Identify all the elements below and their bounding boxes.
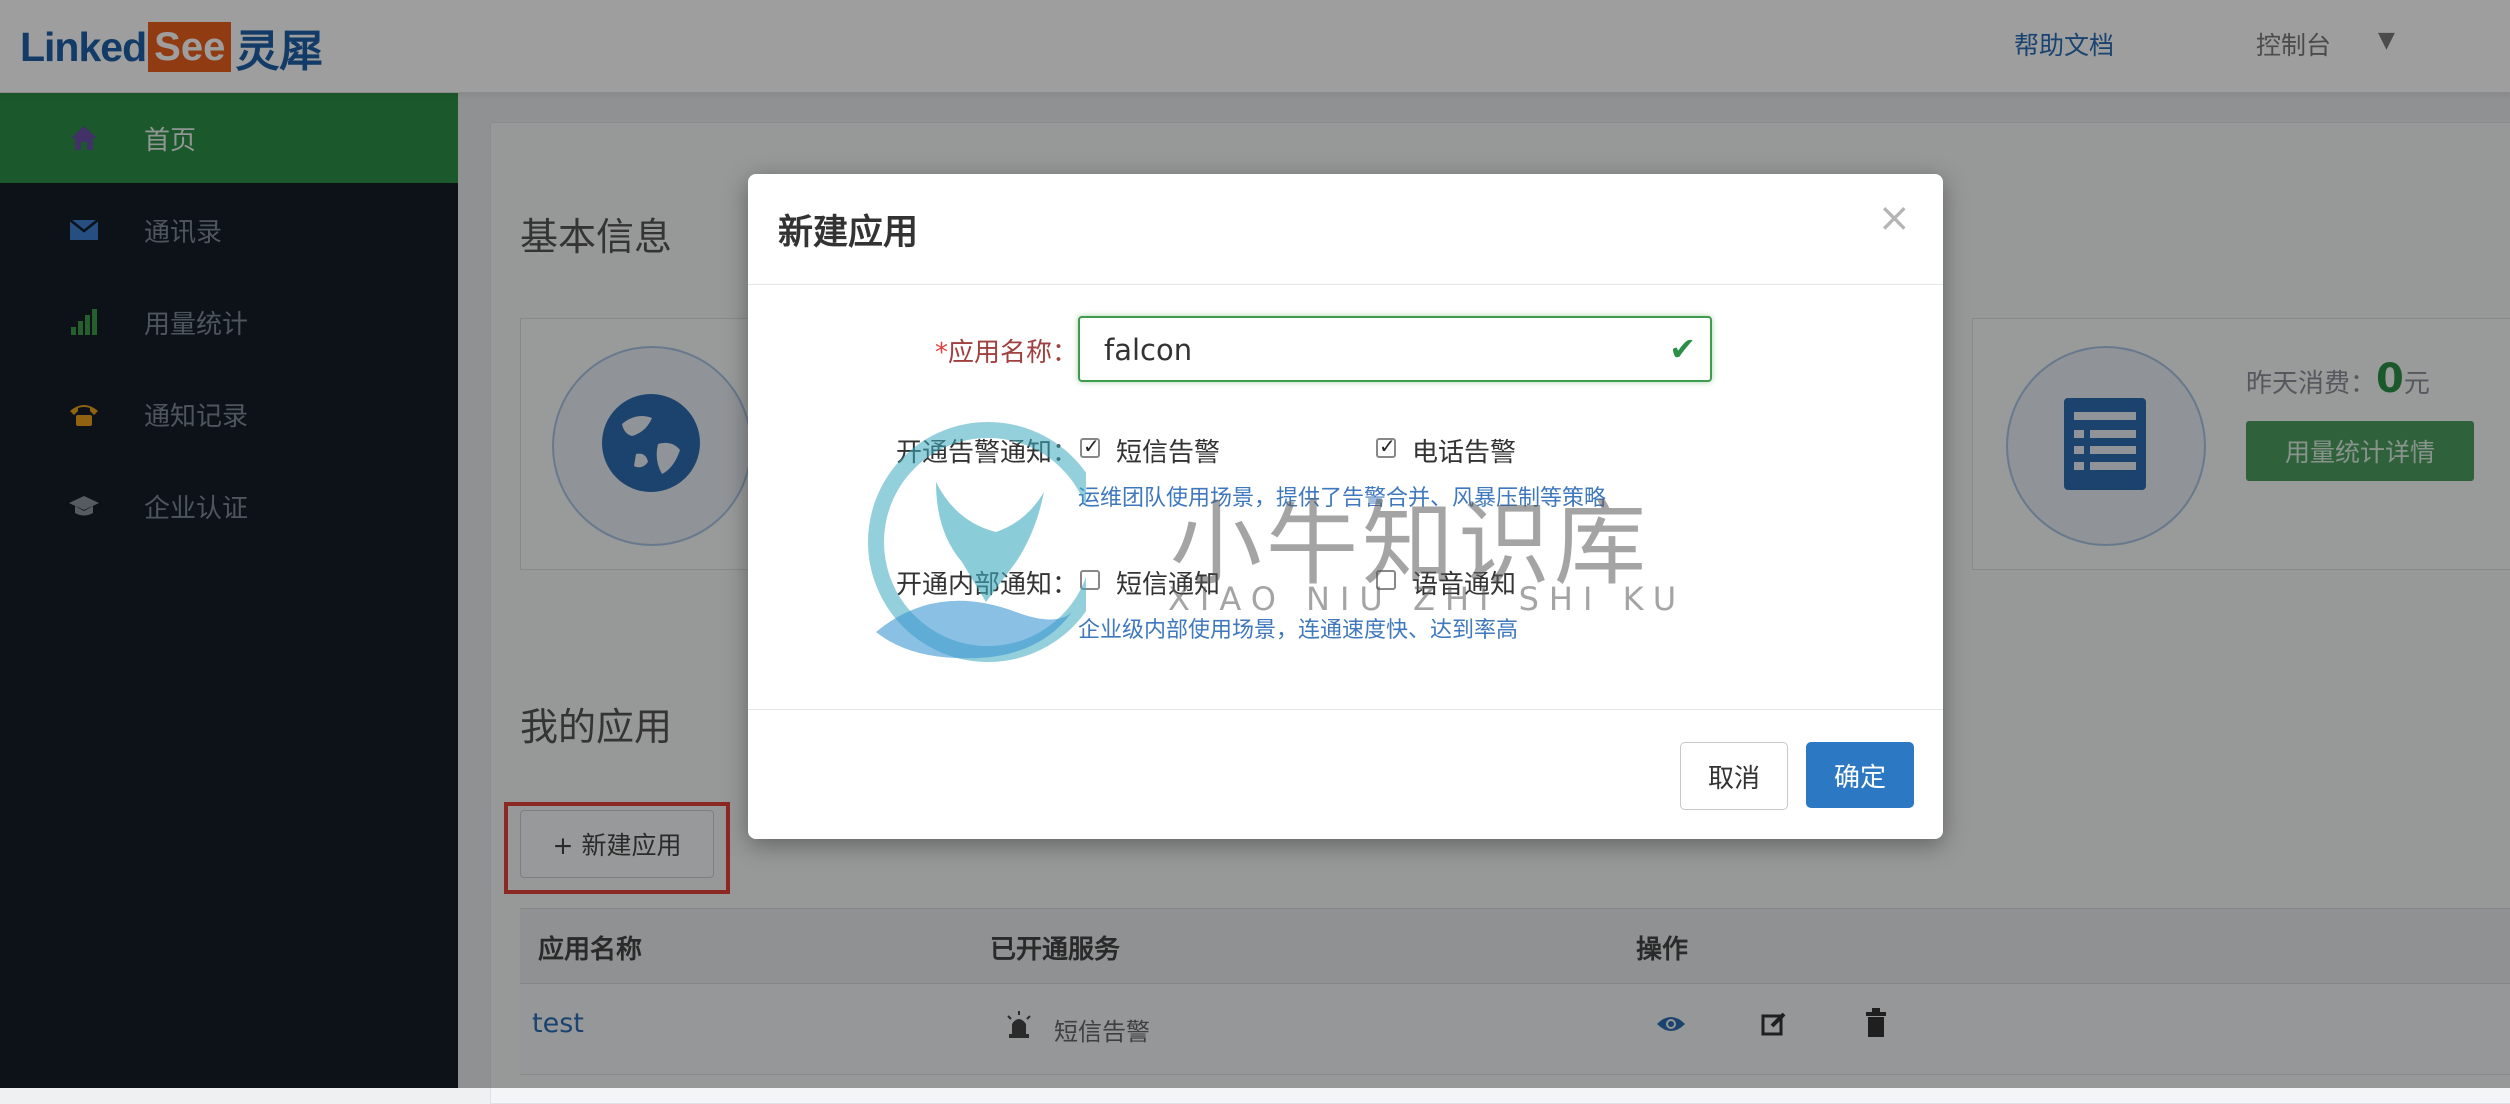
sms-notify-label: 短信通知 <box>1116 570 1221 600</box>
divider <box>748 709 1943 710</box>
internal-notify-label: 开通内部通知： <box>895 570 1078 600</box>
new-app-dialog: 新建应用 × *应用名称： falcon ✔ 开通告警通知： 短信告警 电话告警… <box>748 174 1943 839</box>
confirm-button[interactable]: 确定 <box>1806 742 1914 808</box>
app-name-value: falcon <box>1104 333 1193 367</box>
check-icon: ✔ <box>1669 330 1696 368</box>
app-name-input[interactable]: falcon ✔ <box>1078 316 1712 382</box>
voice-notify-label: 语音通知 <box>1412 570 1517 600</box>
internal-hint: 企业级内部使用场景，连通速度快、达到率高 <box>1078 618 1519 643</box>
sms-alert-checkbox[interactable] <box>1080 434 1100 458</box>
alert-hint: 运维团队使用场景，提供了告警合并、风暴压制等策略 <box>1078 486 1607 511</box>
phone-alert-label: 电话告警 <box>1412 438 1517 468</box>
alert-notify-label: 开通告警通知： <box>895 438 1078 468</box>
cancel-button[interactable]: 取消 <box>1680 742 1788 810</box>
close-icon[interactable]: × <box>1877 198 1911 238</box>
dialog-title: 新建应用 <box>778 213 919 253</box>
required-mark: * <box>934 338 948 368</box>
app-name-label: *应用名称： <box>818 332 1078 369</box>
divider <box>748 284 1943 285</box>
sms-alert-label: 短信告警 <box>1116 438 1221 468</box>
sms-notify-checkbox[interactable] <box>1080 570 1100 590</box>
phone-alert-checkbox[interactable] <box>1376 434 1396 458</box>
voice-notify-checkbox[interactable] <box>1376 570 1396 590</box>
app-name-label-text: 应用名称： <box>947 338 1078 368</box>
